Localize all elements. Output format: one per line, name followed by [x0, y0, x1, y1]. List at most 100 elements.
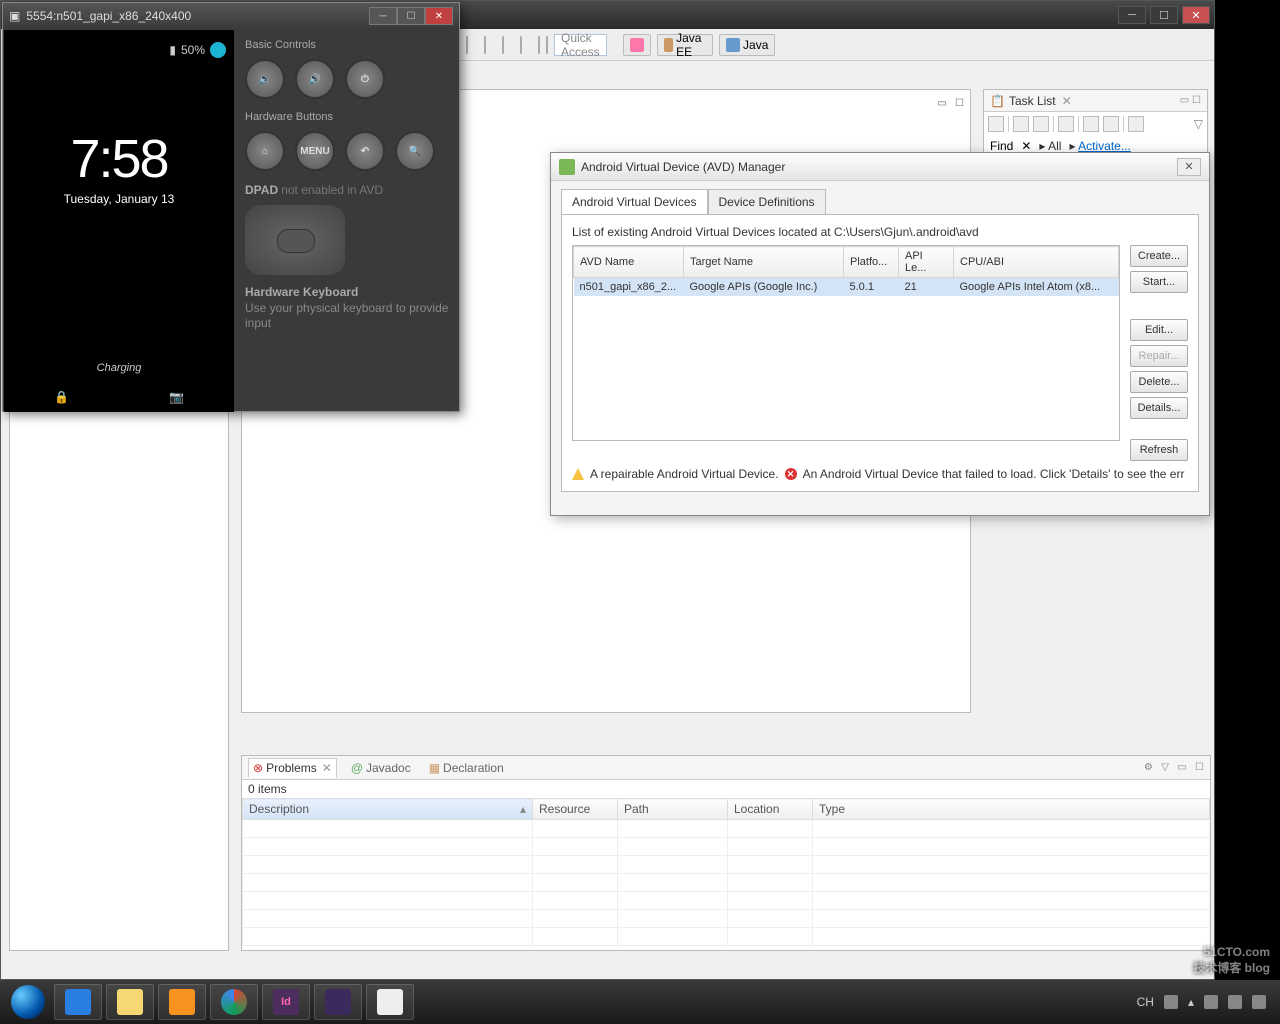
refresh-button[interactable]: Refresh — [1130, 439, 1188, 461]
filter-activate[interactable]: ▸ Activate... — [1069, 139, 1130, 153]
nav-fwd-icon[interactable] — [546, 36, 548, 54]
create-button[interactable]: Create... — [1130, 245, 1188, 267]
problems-table: Description ▴ Resource Path Location Typ… — [242, 798, 1210, 946]
tab-avds[interactable]: Android Virtual Devices — [561, 189, 708, 215]
sync-icon[interactable] — [1083, 116, 1099, 132]
view-minmax[interactable]: ▭ ☐ — [1180, 95, 1201, 106]
emulator-titlebar[interactable]: ▣ 5554:n501_gapi_x86_240x400 ─ ☐ ✕ — [3, 3, 459, 29]
search-button[interactable]: 🔍 — [395, 131, 435, 171]
quick-access-input[interactable]: Quick Access — [554, 34, 607, 56]
perspective-java[interactable]: Java — [719, 34, 775, 56]
home-button[interactable]: ⌂ — [245, 131, 285, 171]
delete-button[interactable]: Delete... — [1130, 371, 1188, 393]
avatar-icon — [210, 42, 226, 58]
lang-indicator[interactable]: CH — [1137, 995, 1154, 1009]
minimize-button[interactable]: ─ — [1118, 6, 1146, 24]
nav-back-icon[interactable] — [538, 36, 540, 54]
taskbar-indesign[interactable]: Id — [262, 984, 310, 1020]
close-button[interactable]: ✕ — [425, 7, 453, 25]
dpad-label: DPAD not enabled in AVD — [245, 183, 449, 197]
toolbar-icon[interactable] — [484, 36, 486, 54]
vol-down-button[interactable]: 🔈 — [245, 59, 285, 99]
ie-icon — [65, 989, 91, 1015]
details-button[interactable]: Details... — [1130, 397, 1188, 419]
warning-icon — [572, 468, 584, 480]
toolbar-icon[interactable] — [520, 36, 522, 54]
tab-javadoc[interactable]: @Javadoc — [347, 759, 415, 777]
col-path[interactable]: Path — [618, 799, 728, 820]
android-icon — [559, 159, 575, 175]
col-type[interactable]: Type — [813, 799, 1210, 820]
lock-time: 7:58 — [4, 128, 234, 190]
camera-icon[interactable]: 📷 — [169, 390, 184, 404]
tasklist-tab[interactable]: 📋 Task List ✕ ▭ ☐ — [984, 90, 1207, 112]
battery-pct: 50% — [181, 43, 205, 57]
tab-declaration[interactable]: ▦Declaration — [425, 759, 508, 777]
category-icon[interactable] — [1013, 116, 1029, 132]
menu-button[interactable]: MENU — [295, 131, 335, 171]
volume-icon[interactable] — [1252, 995, 1266, 1009]
action-center-icon[interactable] — [1204, 995, 1218, 1009]
declaration-icon: ▦ — [429, 761, 440, 775]
toolbar-icon[interactable] — [466, 36, 468, 54]
tab-device-defs[interactable]: Device Definitions — [708, 189, 826, 215]
power-button[interactable]: ⏻ — [345, 59, 385, 99]
table-row[interactable]: n501_gapi_x86_2...Google APIs (Google In… — [574, 278, 1119, 297]
java-icon — [726, 38, 740, 52]
toolbar-icon[interactable] — [502, 36, 504, 54]
lock-date: Tuesday, January 13 — [4, 192, 234, 206]
vol-up-button[interactable]: 🔊 — [295, 59, 335, 99]
lock-icon[interactable]: 🔒 — [54, 390, 69, 404]
back-button[interactable]: ↶ — [345, 131, 385, 171]
close-button[interactable]: ✕ — [1182, 6, 1210, 24]
new-task-icon[interactable] — [988, 116, 1004, 132]
col-description[interactable]: Description ▴ — [243, 799, 533, 820]
taskbar-chrome[interactable] — [210, 984, 258, 1020]
taskbar-app[interactable] — [366, 984, 414, 1020]
close-icon[interactable]: ✕ — [1062, 94, 1072, 108]
emulator-title: 5554:n501_gapi_x86_240x400 — [26, 9, 363, 23]
avd-titlebar[interactable]: Android Virtual Device (AVD) Manager ✕ — [551, 153, 1209, 181]
network-icon[interactable] — [1228, 995, 1242, 1009]
repair-button: Repair... — [1130, 345, 1188, 367]
close-button[interactable]: ✕ — [1177, 158, 1201, 176]
status-bar: ▮ 50% — [169, 42, 226, 58]
avd-buttons: Create... Start... Edit... Repair... Del… — [1130, 245, 1188, 461]
table-header[interactable]: AVD NameTarget NamePlatfo...API Le...CPU… — [574, 247, 1119, 278]
taskbar-explorer[interactable] — [106, 984, 154, 1020]
system-tray[interactable]: CH ▴ — [1137, 995, 1274, 1009]
start-button[interactable] — [6, 984, 50, 1020]
maximize-button[interactable]: ☐ — [1150, 6, 1178, 24]
close-icon[interactable]: ✕ — [322, 761, 332, 775]
focus-icon[interactable] — [1058, 116, 1074, 132]
collapse-icon[interactable] — [1103, 116, 1119, 132]
minimize-button[interactable]: ─ — [369, 7, 397, 25]
perspective-javaee[interactable]: Java EE — [657, 34, 713, 56]
taskbar-player[interactable] — [158, 984, 206, 1020]
edit-button[interactable]: Edit... — [1130, 319, 1188, 341]
col-location[interactable]: Location — [728, 799, 813, 820]
emulator-screen[interactable]: ▮ 50% 7:58 Tuesday, January 13 Charging … — [4, 30, 234, 412]
tab-problems[interactable]: ⊗Problems✕ — [248, 758, 337, 778]
hide-icon[interactable] — [1128, 116, 1144, 132]
maximize-button[interactable]: ☐ — [397, 7, 425, 25]
col-resource[interactable]: Resource — [533, 799, 618, 820]
emulator-controls: Basic Controls 🔈 🔊 ⏻ Hardware Buttons ⌂ … — [235, 29, 459, 411]
perspective-open[interactable] — [623, 34, 651, 56]
filter-all[interactable]: ▸ All — [1039, 139, 1061, 153]
avd-table[interactable]: AVD NameTarget NamePlatfo...API Le...CPU… — [573, 246, 1119, 296]
taskbar-eclipse[interactable] — [314, 984, 362, 1020]
taskbar-ie[interactable] — [54, 984, 102, 1020]
find-clear-icon[interactable]: ✕ — [1021, 139, 1031, 153]
tray-chevron-icon[interactable]: ▴ — [1188, 995, 1194, 1009]
view-menu-icon[interactable]: ▽ — [1194, 117, 1203, 131]
start-button[interactable]: Start... — [1130, 271, 1188, 293]
eclipse-icon — [325, 989, 351, 1015]
editor-controls[interactable]: ▭ ☐ — [937, 98, 964, 109]
tray-icon[interactable] — [1164, 995, 1178, 1009]
schedule-icon[interactable] — [1033, 116, 1049, 132]
hardware-buttons-label: Hardware Buttons — [245, 111, 449, 123]
view-controls[interactable]: ⚙ ▽ ▭ ☐ — [1144, 762, 1204, 773]
javadoc-icon: @ — [351, 761, 363, 775]
avd-manager-window: Android Virtual Device (AVD) Manager ✕ A… — [550, 152, 1210, 516]
